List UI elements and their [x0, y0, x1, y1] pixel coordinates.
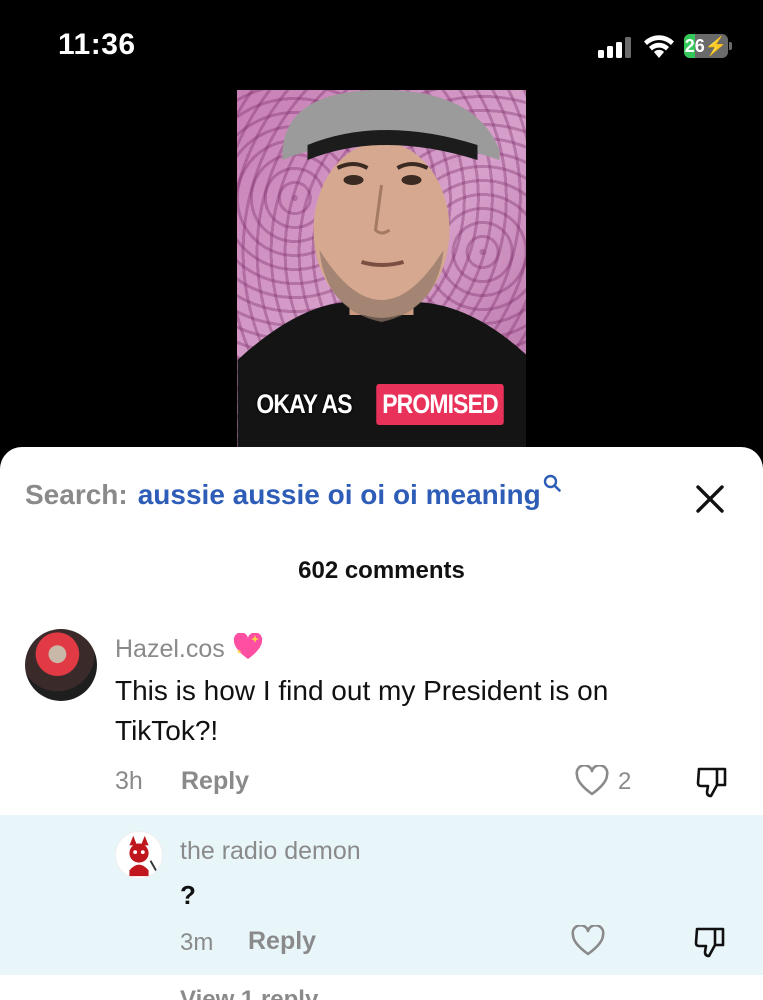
status-bar: 11:36 26⚡	[0, 0, 763, 90]
video-player[interactable]: OKAY AS PROMISED	[237, 90, 526, 450]
thumbs-down-icon[interactable]	[693, 925, 727, 959]
charging-bolt-icon: ⚡	[704, 36, 728, 56]
video-caption: OKAY AS PROMISED	[237, 384, 526, 425]
caption-text: OKAY AS	[256, 389, 353, 419]
close-icon[interactable]	[690, 479, 730, 519]
heart-icon[interactable]	[575, 765, 609, 797]
username-text[interactable]: Hazel.cos	[115, 635, 225, 663]
battery-level: 26	[684, 36, 705, 56]
like-count: 2	[618, 768, 632, 795]
comment-count: 602 comments	[298, 557, 465, 584]
heart-icon[interactable]	[571, 925, 605, 957]
comments-sheet: Search: aussie aussie oi oi oi meaning 6…	[0, 447, 763, 1000]
comment-item: Hazel.cos This is how I find out my Pres…	[0, 625, 763, 815]
thumbs-down-icon[interactable]	[695, 765, 729, 799]
search-query[interactable]: aussie aussie oi oi oi meaning	[138, 479, 541, 511]
search-prefix: Search:	[25, 479, 128, 510]
sparkling-heart-icon	[233, 633, 262, 659]
comment-time: 3m	[180, 929, 214, 956]
search-icon	[543, 474, 561, 492]
cellular-signal-icon	[598, 36, 631, 58]
comment-text: ?	[180, 880, 196, 910]
battery-icon: 26⚡	[684, 34, 732, 58]
comment-username[interactable]: the radio demon	[180, 837, 361, 866]
comment-time: 3h	[115, 767, 143, 795]
avatar[interactable]	[25, 629, 97, 701]
status-time: 11:36	[58, 28, 136, 61]
comment-text: This is how I find out my President is o…	[115, 675, 609, 746]
reply-button[interactable]: Reply	[181, 767, 249, 796]
view-replies-label[interactable]: View 1 reply	[180, 986, 318, 1000]
avatar[interactable]	[115, 831, 163, 879]
related-search-link[interactable]: Search: aussie aussie oi oi oi meaning	[25, 474, 561, 511]
reply-comment-item: the radio demon ? 3m Reply	[0, 815, 763, 975]
chevron-down-icon: ⌄	[324, 986, 346, 1000]
caption-highlight: PROMISED	[375, 384, 504, 425]
reply-button[interactable]: Reply	[248, 927, 316, 956]
comment-username[interactable]: Hazel.cos	[115, 633, 263, 664]
wifi-icon	[644, 35, 674, 58]
view-replies-link[interactable]: View 1 reply ⌄	[180, 985, 345, 1000]
